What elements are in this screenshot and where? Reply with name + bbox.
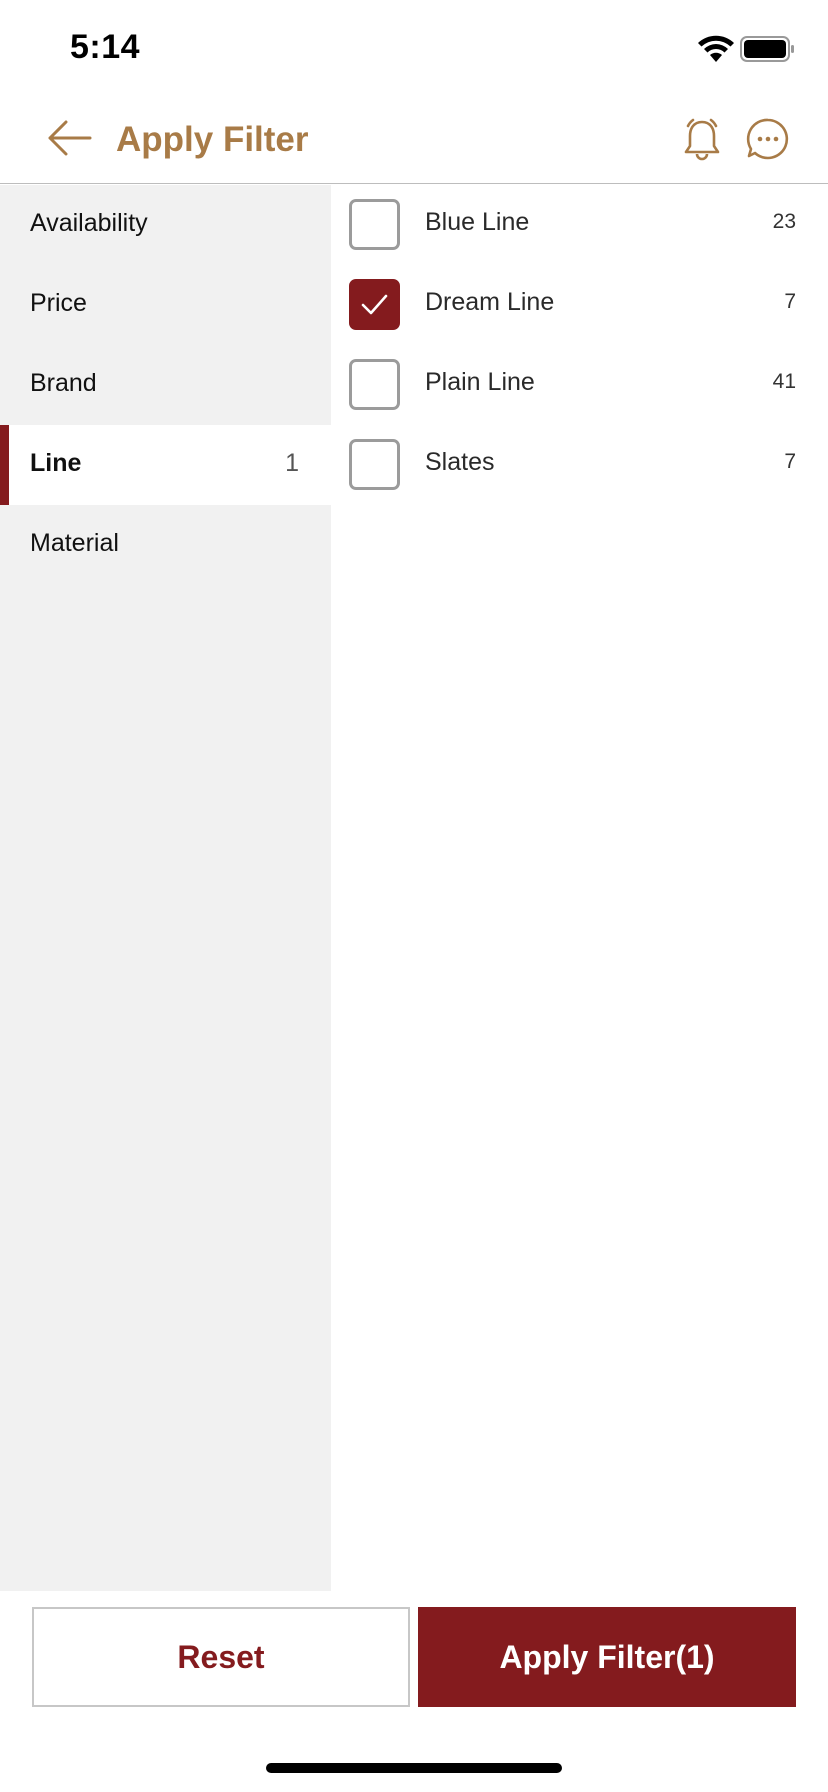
sidebar-item-brand[interactable]: Brand [0,345,331,425]
sidebar-item-count: 1 [285,449,299,477]
option-label: Blue Line [425,208,530,236]
filter-option-dream-line[interactable]: Dream Line 7 [331,265,828,345]
sidebar-item-label: Availability [30,209,148,237]
sidebar-item-label: Line [30,449,82,477]
apply-filter-button[interactable]: Apply Filter(1) [418,1607,796,1707]
battery-icon [740,36,794,62]
status-time: 5:14 [70,28,141,66]
active-indicator [0,425,9,505]
option-count: 7 [784,290,796,313]
sidebar-item-line[interactable]: Line 1 [0,425,331,505]
sidebar-item-availability[interactable]: Availability [0,185,331,265]
sidebar-item-material[interactable]: Material [0,505,331,585]
option-label: Dream Line [425,288,555,316]
checkbox[interactable] [349,199,400,250]
option-count: 7 [784,450,796,473]
checkbox[interactable] [349,359,400,410]
header: Apply Filter [0,96,828,184]
status-bar: 5:14 [0,0,828,96]
checkbox-checked[interactable] [349,279,400,330]
sidebar-item-label: Price [30,289,87,317]
checkbox[interactable] [349,439,400,490]
option-label: Slates [425,448,495,476]
option-count: 23 [772,210,796,233]
wifi-icon [698,35,734,62]
home-indicator [266,1763,562,1773]
option-count: 41 [772,370,796,393]
sidebar-item-label: Brand [30,369,97,397]
sidebar-item-label: Material [30,529,119,557]
page-title: Apply Filter [116,120,309,159]
bell-icon[interactable] [682,116,722,162]
option-label: Plain Line [425,368,535,396]
checkmark-icon [361,294,388,315]
filter-option-plain-line[interactable]: Plain Line 41 [331,345,828,425]
sidebar-item-price[interactable]: Price [0,265,331,345]
filter-option-slates[interactable]: Slates 7 [331,425,828,505]
back-arrow-icon[interactable] [46,118,92,158]
chat-icon[interactable] [746,116,790,162]
filter-option-blue-line[interactable]: Blue Line 23 [331,185,828,265]
reset-button[interactable]: Reset [32,1607,410,1707]
